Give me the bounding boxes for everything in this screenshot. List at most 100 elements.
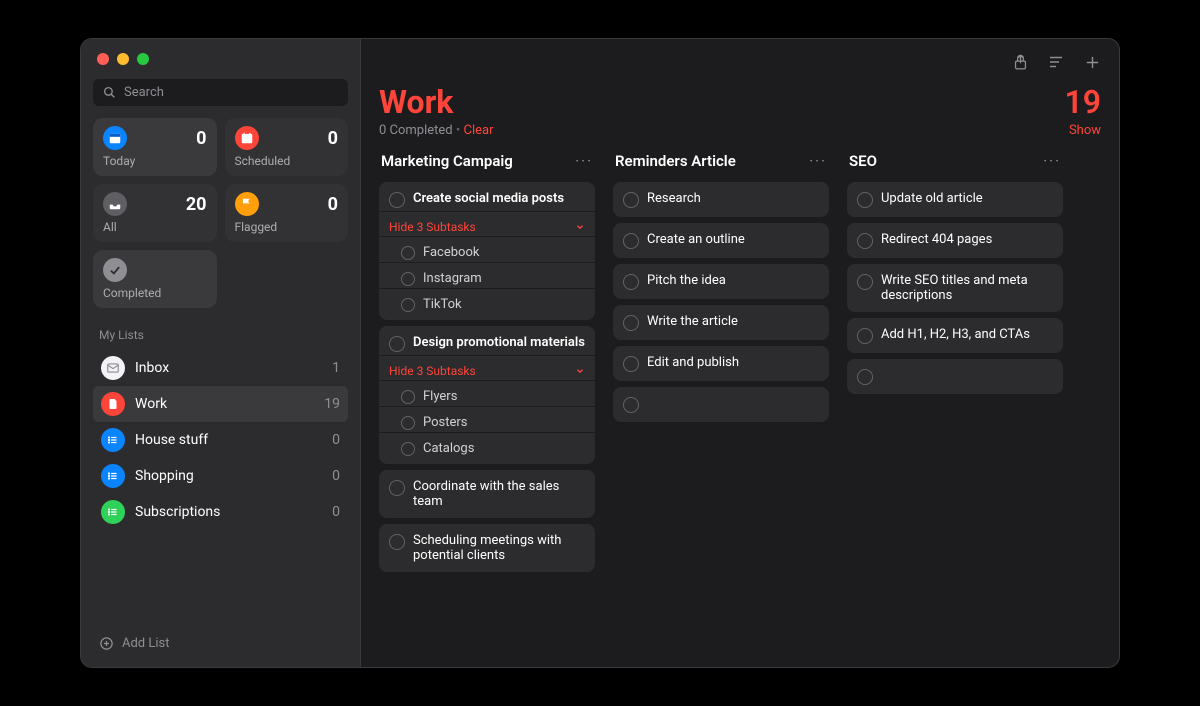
column-menu-button[interactable]: ··· [1043, 152, 1061, 170]
checkbox[interactable] [857, 328, 873, 344]
column-menu-button[interactable]: ··· [809, 152, 827, 170]
checkbox[interactable] [623, 192, 639, 208]
checkbox[interactable] [389, 192, 405, 208]
smart-today[interactable]: 0 Today [93, 118, 217, 176]
checkbox[interactable] [623, 397, 639, 413]
search-input[interactable] [124, 85, 338, 100]
smart-scheduled-label: Scheduled [235, 154, 339, 168]
task-item[interactable]: Research [613, 182, 829, 217]
list-icon [101, 428, 125, 452]
sidebar-item-count: 0 [332, 504, 340, 520]
checkbox[interactable] [857, 274, 873, 290]
column-marketing: Marketing Campaig ··· Create social medi… [379, 152, 595, 653]
checkbox[interactable] [623, 356, 639, 372]
column-title: Reminders Article [615, 152, 736, 170]
task-label: Design promotional materials [413, 335, 585, 350]
smart-all-count: 20 [186, 194, 207, 215]
chevron-down-icon [575, 366, 585, 376]
checkbox[interactable] [623, 233, 639, 249]
column-title: Marketing Campaig [381, 152, 513, 170]
inbox-icon [101, 356, 125, 380]
smart-flagged[interactable]: 0 Flagged [225, 184, 349, 242]
column-seo: SEO ··· Update old article Redirect 404 … [847, 152, 1063, 653]
smart-scheduled[interactable]: 0 Scheduled [225, 118, 349, 176]
doc-icon [101, 392, 125, 416]
checkbox[interactable] [401, 416, 415, 430]
sidebar-item-subscriptions[interactable]: Subscriptions 0 [93, 494, 348, 530]
search-icon [103, 86, 116, 99]
checkbox[interactable] [857, 369, 873, 385]
task-item[interactable]: Update old article [847, 182, 1063, 217]
task-item[interactable]: Scheduling meetings with potential clien… [379, 524, 595, 572]
smart-all[interactable]: 20 All [93, 184, 217, 242]
chevron-down-icon [575, 222, 585, 232]
sidebar-item-inbox[interactable]: Inbox 1 [93, 350, 348, 386]
sidebar-item-work[interactable]: Work 19 [93, 386, 348, 422]
task-group: Design promotional materials Hide 3 Subt… [379, 326, 595, 464]
main-content: Work 19 0 Completed • Clear Show Marketi… [361, 39, 1119, 667]
minimize-window-button[interactable] [117, 53, 129, 65]
smart-completed[interactable]: Completed [93, 250, 217, 308]
clear-completed-button[interactable]: Clear [464, 123, 494, 138]
task-item[interactable]: Add H1, H2, H3, and CTAs [847, 318, 1063, 353]
checkbox[interactable] [623, 315, 639, 331]
sidebar-item-count: 1 [332, 360, 340, 376]
sidebar-item-count: 0 [332, 432, 340, 448]
checkbox[interactable] [401, 298, 415, 312]
smart-all-label: All [103, 220, 207, 234]
column-menu-button[interactable]: ··· [575, 152, 593, 170]
new-task-placeholder[interactable] [613, 387, 829, 422]
smart-flagged-label: Flagged [235, 220, 339, 234]
add-list-label: Add List [122, 636, 170, 651]
calendar-icon [103, 126, 127, 150]
checkbox[interactable] [623, 274, 639, 290]
task-item[interactable]: Write the article [613, 305, 829, 340]
close-window-button[interactable] [97, 53, 109, 65]
checkbox[interactable] [401, 272, 415, 286]
sidebar-item-shopping[interactable]: Shopping 0 [93, 458, 348, 494]
sidebar-item-house[interactable]: House stuff 0 [93, 422, 348, 458]
task-group: Create social media posts Hide 3 Subtask… [379, 182, 595, 320]
task-item[interactable]: Edit and publish [613, 346, 829, 381]
fullscreen-window-button[interactable] [137, 53, 149, 65]
list-icon [101, 464, 125, 488]
task-item[interactable]: Redirect 404 pages [847, 223, 1063, 258]
smart-scheduled-count: 0 [328, 128, 338, 149]
task-item[interactable]: Pitch the idea [613, 264, 829, 299]
checkmark-icon [103, 258, 127, 282]
checkbox[interactable] [389, 336, 405, 352]
task-label: Create social media posts [413, 191, 564, 206]
window-controls [93, 51, 348, 79]
plus-circle-icon [99, 636, 114, 651]
checkbox[interactable] [857, 192, 873, 208]
sidebar-item-count: 19 [324, 396, 340, 412]
search-field[interactable] [93, 79, 348, 106]
checkbox[interactable] [389, 480, 405, 496]
add-list-button[interactable]: Add List [93, 632, 348, 655]
subtask-item[interactable]: TikTok [379, 288, 595, 320]
task-item[interactable]: Coordinate with the sales team [379, 470, 595, 518]
view-options-button[interactable] [1047, 53, 1065, 71]
app-window: 0 Today 0 Scheduled 20 [80, 38, 1120, 668]
checkbox[interactable] [401, 442, 415, 456]
list-icon [101, 500, 125, 524]
my-lists-header: My Lists [93, 324, 348, 350]
sidebar: 0 Today 0 Scheduled 20 [81, 39, 361, 667]
checkbox[interactable] [401, 390, 415, 404]
checkbox[interactable] [401, 246, 415, 260]
add-reminder-button[interactable] [1083, 53, 1101, 71]
smart-flagged-count: 0 [328, 194, 338, 215]
subtask-item[interactable]: Catalogs [379, 432, 595, 464]
smart-today-label: Today [103, 154, 207, 168]
sidebar-item-label: Work [135, 396, 314, 412]
sidebar-item-label: Shopping [135, 468, 322, 484]
tray-icon [103, 192, 127, 216]
sidebar-item-label: House stuff [135, 432, 322, 448]
checkbox[interactable] [857, 233, 873, 249]
new-task-placeholder[interactable] [847, 359, 1063, 394]
checkbox[interactable] [389, 534, 405, 550]
task-item[interactable]: Create an outline [613, 223, 829, 258]
show-completed-button[interactable]: Show [1069, 123, 1101, 138]
task-item[interactable]: Write SEO titles and meta descriptions [847, 264, 1063, 312]
share-button[interactable] [1011, 53, 1029, 71]
